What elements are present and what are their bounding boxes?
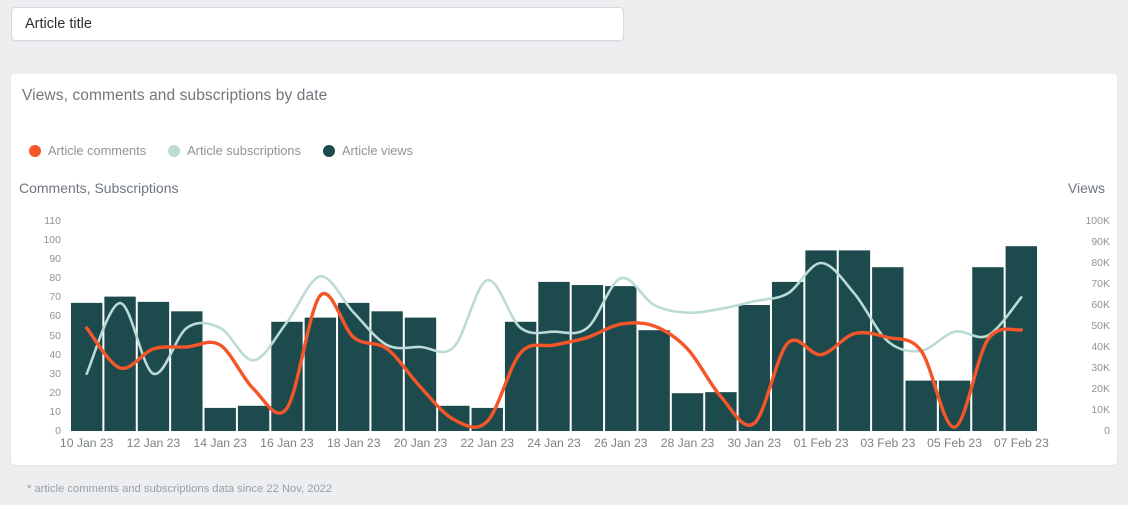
right-axis-title: Views	[1067, 180, 1105, 196]
article-title-field-wrap	[11, 7, 624, 41]
left-axis-tick: 60	[49, 310, 61, 323]
bar[interactable]	[304, 317, 337, 431]
legend-item[interactable]: Article subscriptions	[168, 143, 301, 158]
right-axis-tick: 50K	[1091, 320, 1110, 332]
x-axis-tick-label: 10 Jan 23	[59, 436, 114, 450]
x-axis-labels: 10 Jan 23 12 Jan 23 14 Jan 23 16 Jan 23 18 J…	[11, 436, 1117, 452]
chart-legend: Article comments Article subscriptions Art…	[29, 143, 413, 158]
legend-item[interactable]: Article comments	[29, 143, 146, 158]
x-axis-tick-label: 30 Jan 23	[727, 436, 782, 450]
chart-plot-area	[70, 221, 1038, 431]
x-axis-tick-label: 03 Feb 23	[860, 436, 916, 450]
right-axis-tick: 40K	[1091, 341, 1110, 353]
left-axis-tick: 50	[49, 329, 61, 342]
x-axis-tick-label: 28 Jan 23	[660, 436, 715, 450]
bar[interactable]	[738, 305, 770, 431]
left-axis-tick: 40	[49, 348, 61, 361]
x-axis-tick-label: 12 Jan 23	[126, 436, 181, 450]
x-axis-tick-label: 05 Feb 23	[927, 436, 982, 450]
left-axis-tick: 100	[43, 234, 61, 247]
x-axis-tick-label: 26 Jan 23	[593, 436, 648, 450]
legend-item-label: Article comments	[48, 143, 147, 158]
left-axis-tick: 70	[49, 291, 61, 304]
x-axis-tick-label: 20 Jan 23	[393, 436, 448, 450]
bar[interactable]	[571, 285, 604, 431]
bar[interactable]	[237, 405, 270, 431]
legend-item[interactable]: Article views	[322, 143, 414, 158]
right-axis-tick: 20K	[1091, 383, 1110, 395]
x-axis-tick-label: 16 Jan 23	[260, 436, 314, 450]
bar[interactable]	[371, 311, 403, 431]
right-axis-tick: 60K	[1091, 299, 1110, 311]
dot-icon	[29, 144, 41, 157]
left-axis-tick: 80	[49, 272, 61, 285]
bar[interactable]	[771, 281, 804, 431]
x-axis-tick-label: 07 Feb 23	[993, 436, 1049, 450]
left-axis-tick: 10	[49, 405, 61, 418]
x-axis-tick-label: 24 Jan 23	[527, 436, 581, 450]
x-axis-tick-label: 22 Jan 23	[460, 436, 515, 450]
right-axis-tick: 100K	[1085, 215, 1110, 227]
right-axis-tick: 70K	[1091, 278, 1110, 290]
right-axis-tick: 10K	[1091, 404, 1110, 416]
bar[interactable]	[805, 250, 837, 431]
dot-icon	[322, 144, 335, 157]
left-axis-title: Comments, Subscriptions	[19, 180, 179, 196]
left-axis-tick: 90	[49, 253, 61, 266]
bar[interactable]	[1005, 246, 1037, 431]
bar[interactable]	[204, 407, 236, 431]
article-title-input[interactable]	[11, 7, 624, 41]
right-axis-tick: 80K	[1091, 257, 1110, 269]
x-axis-tick-label: 18 Jan 23	[326, 436, 381, 450]
x-axis-tick-label: 14 Jan 23	[193, 436, 247, 450]
x-axis-tick-label: 01 Feb 23	[793, 436, 849, 450]
bar[interactable]	[605, 286, 637, 431]
left-axis-tick: 110	[44, 215, 61, 227]
legend-item-label: Article subscriptions	[187, 143, 301, 158]
bar[interactable]	[972, 267, 1004, 431]
legend-item-label: Article views	[341, 143, 414, 158]
chart-svg	[71, 246, 1037, 431]
bar[interactable]	[71, 302, 103, 431]
bar[interactable]	[538, 281, 570, 431]
bar[interactable]	[671, 393, 704, 431]
chart-card: Views, comments and subscriptions by dat…	[11, 74, 1117, 465]
right-axis-tick: 30K	[1091, 362, 1110, 374]
left-axis-tick: 20	[49, 386, 61, 399]
bar[interactable]	[905, 380, 937, 431]
left-axis-tick: 30	[49, 367, 61, 380]
chart-footnote: * article comments and subscriptions dat…	[27, 483, 333, 495]
bar[interactable]	[638, 330, 670, 431]
right-axis-tick: 90K	[1091, 236, 1110, 248]
page-root: Views, comments and subscriptions by dat…	[0, 0, 1128, 505]
chart-card-title: Views, comments and subscriptions by dat…	[22, 87, 328, 104]
dot-icon	[168, 144, 181, 157]
